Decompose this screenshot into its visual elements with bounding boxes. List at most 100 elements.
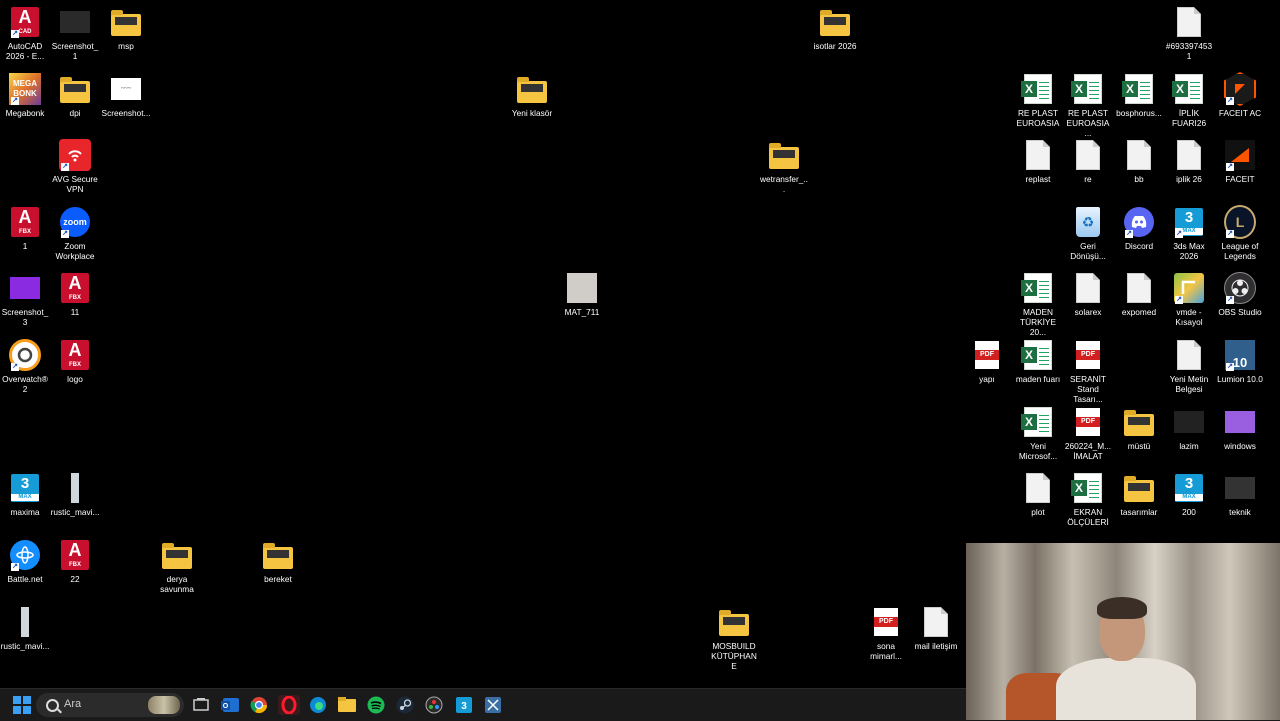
opera-icon[interactable] [278, 695, 300, 715]
desktop-icon-1[interactable]: A FBX 1 [0, 206, 50, 251]
desktop-icon-label: OBS Studio [1218, 307, 1262, 317]
desktop-icon-label: mail iletişim [914, 641, 958, 651]
desktop-icon-obs-studio[interactable]: ↗ OBS Studio [1215, 272, 1265, 317]
desktop-icon-label: Geri Dönüşü... [1070, 241, 1106, 261]
desktop-icon-faceit-ac[interactable]: ↗ FACEIT AC [1215, 72, 1265, 118]
desktop-icon-bb[interactable]: bb [1114, 139, 1164, 184]
desktop-icon-i-pli-k-fuari26[interactable]: X İPLİK FUARI26 [1164, 73, 1214, 128]
desktop-icon-discord[interactable]: ↗ Discord [1114, 206, 1164, 251]
desktop-icon-avg-secure-vpn[interactable]: ↗ AVG Secure VPN [50, 139, 100, 194]
desktop-icon-sona-mimarl[interactable]: PDF sona mimarl... [861, 606, 911, 661]
desktop-icon-windows[interactable]: windows [1215, 406, 1265, 451]
desktop-icon-teknik[interactable]: teknik [1215, 472, 1265, 517]
desktop-icon-expomed[interactable]: expomed [1114, 272, 1164, 317]
folder-icon [1123, 472, 1155, 504]
desktop-icon-11[interactable]: A FBX 11 [50, 272, 100, 317]
desktop-icon-yeni-metin-belgesi[interactable]: Yeni Metin Belgesi [1164, 339, 1214, 394]
desktop-icon-dpi[interactable]: dpi [50, 73, 100, 118]
steam-icon[interactable] [395, 695, 415, 715]
desktop-icon-rustic-mavi[interactable]: rustic_mavi... [50, 472, 100, 517]
max-icon: 3 MAX [9, 472, 41, 504]
desktop-icon-solarex[interactable]: solarex [1063, 272, 1113, 317]
desktop-icon-serani-t-stand-tasar[interactable]: PDF SERANİT Stand Tasarı... [1063, 339, 1113, 404]
desktop-icon-yeni-klas-r[interactable]: Yeni klasör [507, 73, 557, 118]
desktop-icon-geri-d-n[interactable]: ♻ Geri Dönüşü... [1063, 206, 1113, 261]
task-view-icon[interactable] [191, 695, 211, 715]
desktop-icon-label: 3ds Max 2026 [1173, 241, 1205, 261]
desktop-icon-zoom-workplace[interactable]: zoom ↗ Zoom Workplace [50, 206, 100, 261]
desktop-icon-replast[interactable]: replast [1013, 139, 1063, 184]
desktop-icon-3ds-max-2026[interactable]: 3 MAX ↗ 3ds Max 2026 [1164, 206, 1214, 261]
desktop-icon-wetransfer[interactable]: wetransfer_... [759, 139, 809, 194]
desktop-icon-lazim[interactable]: lazim [1164, 406, 1214, 451]
desktop-icon-yeni-microsof[interactable]: X Yeni Microsof... [1013, 406, 1063, 461]
excel-icon: X [1071, 472, 1104, 504]
vmde-icon: ↗ [1173, 272, 1205, 304]
desktop-icon-maden-fuar[interactable]: Xmaden fuarı [1013, 339, 1063, 384]
desktop-icon-logo[interactable]: A FBX logo [50, 339, 100, 384]
desktop-icon-faceit[interactable]: ↗ FACEIT [1215, 139, 1265, 184]
desktop-icon-label: wetransfer_... [760, 174, 808, 194]
desktop-icon-label: tasarımlar [1120, 507, 1158, 517]
desktop-icon-screenshot-1[interactable]: Screenshot_1 [50, 6, 100, 61]
snipping-tool-icon[interactable] [483, 695, 503, 715]
desktop-icon-re[interactable]: re [1063, 139, 1113, 184]
desktop-icon-label: Screenshot... [101, 108, 151, 118]
desktop-icon-rustic-mavi[interactable]: rustic_mavi... [0, 606, 50, 651]
search-box[interactable]: Ara [36, 693, 184, 717]
desktop-icon-battle-net[interactable]: ↗ Battle.net [0, 539, 50, 584]
desktop-icon-maden-t-rki-ye-20[interactable]: X MADEN TÜRKİYE 20... [1013, 272, 1063, 337]
desktop-icon-260224-m-i-malat[interactable]: PDF 260224_M... İMALAT [1063, 406, 1113, 461]
3dsmax-taskbar-icon[interactable]: 3 [454, 695, 474, 715]
megabonk-icon: MEGA BONK ↗ [9, 73, 41, 105]
desktop-icon-derya-savunma[interactable]: derya savunma [152, 539, 202, 594]
spotify-icon[interactable] [366, 695, 386, 715]
desktop-icon-iplik-26[interactable]: iplik 26 [1164, 139, 1214, 184]
desktop-icon-msp[interactable]: msp [101, 6, 151, 51]
desktop-icon-maxima[interactable]: 3 MAX maxima [0, 472, 50, 517]
desktop-icon-autocad-2026-e[interactable]: A CAD ↗ AutoCAD 2026 - E... [0, 6, 50, 61]
start-icon[interactable] [12, 695, 32, 715]
desktop-icon-re-plast-euroasia[interactable]: X RE PLAST EUROASIA [1013, 73, 1063, 128]
davinci-icon[interactable] [424, 695, 444, 715]
desktop-icon-label: replast [1025, 174, 1051, 184]
desktop-icon-screenshot[interactable]: ~~~ Screenshot... [101, 73, 151, 118]
desktop-icon-200[interactable]: 3 MAX 200 [1164, 472, 1214, 517]
excel-icon: X [1021, 272, 1054, 304]
desktop-icon-label: rustic_mavi... [50, 507, 100, 517]
outlook-icon[interactable]: O [220, 695, 240, 715]
desktop-icon-lumion-10-0[interactable]: 10 ↗ Lumion 10.0 [1215, 339, 1265, 384]
desktop-icon-isotlar-2026[interactable]: isotlar 2026 [810, 6, 860, 51]
folder-icon [59, 73, 91, 105]
desktop-icon-overwatch-2[interactable]: ↗ Overwatch® 2 [0, 339, 50, 394]
desktop-icon-league-of-legends[interactable]: L ↗ League of Legends [1215, 205, 1265, 261]
desktop-icon-bosphorus[interactable]: Xbosphorus... [1114, 73, 1164, 118]
desktop-icon-label: Yeni Microsof... [1018, 441, 1058, 461]
search-highlight-image [148, 696, 180, 714]
desktop-icon-tasar-mlar[interactable]: tasarımlar [1114, 472, 1164, 517]
desktop-icon-screenshot-3[interactable]: Screenshot_3 [0, 272, 50, 327]
desktop-icon-label: Battle.net [7, 574, 43, 584]
desktop-icon-bereket[interactable]: bereket [253, 539, 303, 584]
desktop-icon-label: 1 [22, 241, 28, 251]
desktop-icon-m-st[interactable]: müstü [1114, 406, 1164, 451]
webcam-overlay [966, 543, 1280, 720]
thumb-icon [1224, 472, 1256, 504]
desktop-icon-6933974531[interactable]: #6933974531 [1164, 6, 1214, 61]
desktop-icon-mosbuild-k-t-phane[interactable]: MOSBUILD KÜTÜPHANE [709, 606, 759, 671]
desktop-icon-mat-711[interactable]: MAT_711 [557, 272, 607, 317]
file-explorer-icon[interactable] [337, 695, 357, 715]
desktop-icon-re-plast-euroasia[interactable]: X RE PLAST EUROASIA ... [1063, 73, 1113, 138]
desktop-icon-ekran-l-leri[interactable]: X EKRAN ÖLÇÜLERİ [1063, 472, 1113, 527]
discord-icon: ↗ [1123, 206, 1155, 238]
desktop-icon-megabonk[interactable]: MEGA BONK ↗ Megabonk [0, 73, 50, 118]
desktop-icon-mail-ileti-im[interactable]: mail iletişim [911, 606, 961, 651]
chrome-icon[interactable] [249, 695, 269, 715]
desktop-icon-plot[interactable]: plot [1013, 472, 1063, 517]
desktop-icon-vmde-k-sayol[interactable]: ↗ vmde - Kısayol [1164, 272, 1214, 327]
desktop-icon-22[interactable]: A FBX 22 [50, 539, 100, 584]
desktop-icon-yap[interactable]: PDF yapı [962, 339, 1012, 384]
desktop-icon-label: AutoCAD 2026 - E... [5, 41, 45, 61]
desktop-icon-label: re [1084, 174, 1092, 184]
edge-icon[interactable] [308, 695, 328, 715]
